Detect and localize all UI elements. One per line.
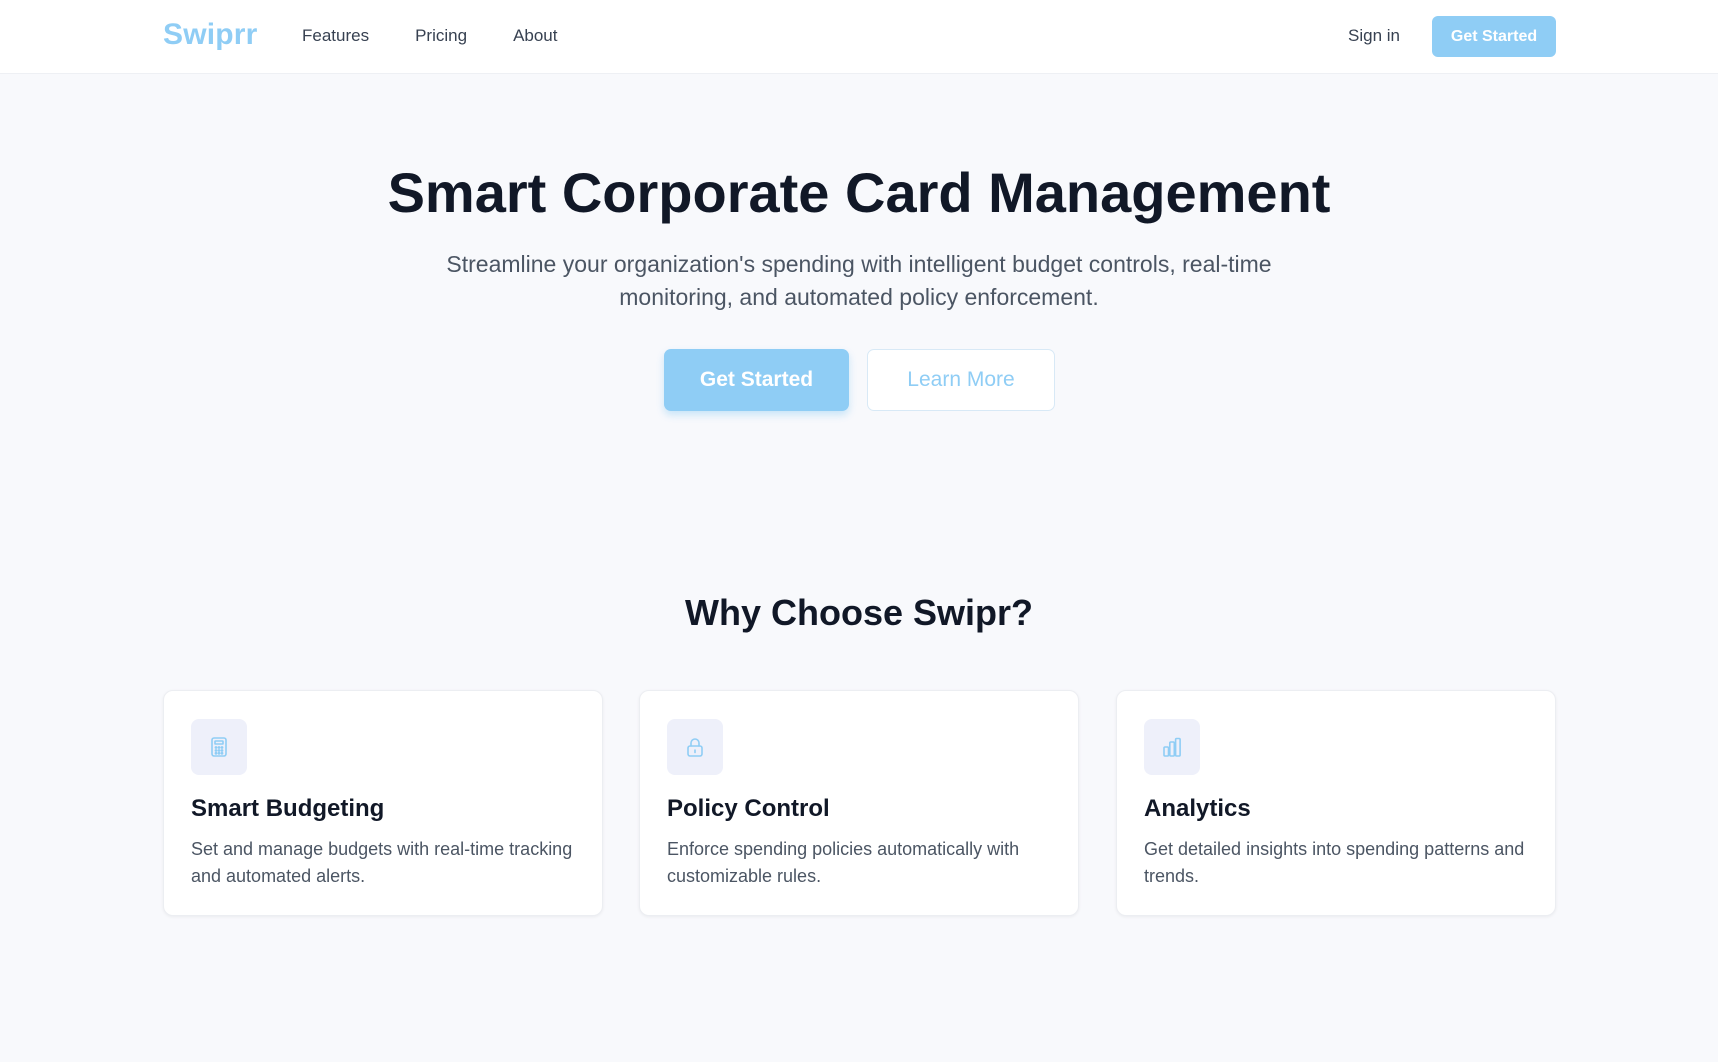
feature-card-title: Policy Control bbox=[667, 795, 830, 822]
nav-link-features[interactable]: Features bbox=[302, 26, 369, 46]
hero-subtitle: Streamline your organization's spending … bbox=[446, 251, 1272, 310]
hero-title: Smart Corporate Card Management bbox=[387, 161, 1331, 224]
feature-card-description: Get detailed insights into spending patt… bbox=[1144, 839, 1525, 886]
feature-card-description: Enforce spending policies automatically … bbox=[667, 839, 1020, 886]
nav-links: Features Pricing About bbox=[302, 26, 558, 46]
nav-link-about[interactable]: About bbox=[513, 26, 557, 46]
feature-card-analytics: Analytics Get detailed insights into spe… bbox=[1116, 690, 1556, 916]
feature-card-title: Smart Budgeting bbox=[191, 795, 385, 822]
logo[interactable]: Swiprr bbox=[163, 18, 258, 52]
feature-card-budgeting: Smart Budgeting Set and manage budgets w… bbox=[163, 690, 603, 916]
top-nav: Swiprr Features Pricing About Sign in Ge… bbox=[0, 0, 1718, 74]
hero-get-started-button[interactable]: Get Started bbox=[664, 349, 849, 411]
sign-in-link[interactable]: Sign in bbox=[1348, 26, 1400, 46]
feature-card-description: Set and manage budgets with real-time tr… bbox=[191, 839, 573, 886]
bar-chart-icon bbox=[1144, 719, 1200, 775]
features-title: Why Choose Swipr? bbox=[684, 592, 1033, 633]
feature-card-title: Analytics bbox=[1144, 795, 1251, 822]
nav-get-started-button[interactable]: Get Started bbox=[1432, 16, 1556, 57]
calculator-icon bbox=[191, 719, 247, 775]
feature-card-policy: Policy Control Enforce spending policies… bbox=[639, 690, 1079, 916]
lock-icon bbox=[667, 719, 723, 775]
hero-learn-more-button[interactable]: Learn More bbox=[867, 349, 1055, 411]
nav-link-pricing[interactable]: Pricing bbox=[415, 26, 467, 46]
